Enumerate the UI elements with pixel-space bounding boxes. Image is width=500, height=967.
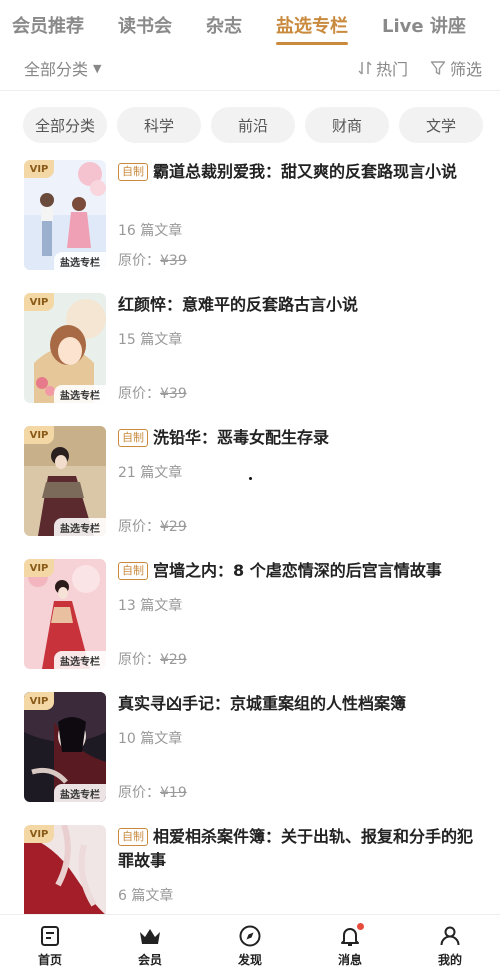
nav-messages[interactable]: 消息 [300, 915, 400, 967]
book-list: VIP 盐选专栏 自制 霸道总裁别爱我：甜又爽的反套路现言小说 16 篇文章 原价… [0, 160, 500, 958]
book-title-text: 洗铅华：恶毒女配生存录 [153, 428, 330, 447]
nav-messages-label: 消息 [337, 953, 362, 967]
sort-icon [358, 61, 372, 75]
nav-discover[interactable]: 发现 [200, 915, 300, 967]
notification-dot [357, 923, 364, 930]
book-title[interactable]: 自制 洗铅华：恶毒女配生存录 [118, 426, 480, 450]
article-count: 10 篇文章 [118, 731, 183, 747]
chip-all[interactable]: 全部分类 [23, 107, 107, 143]
chip-literature[interactable]: 文学 [399, 107, 483, 143]
nav-home-label: 首页 [37, 953, 62, 967]
column-ribbon: 盐选专栏 [54, 651, 106, 669]
original-price: 原价：¥29 [118, 652, 187, 668]
compass-icon [238, 924, 262, 948]
bottom-nav: 首页 会员 发现 消息 我的 [0, 914, 500, 967]
divider [0, 90, 500, 91]
book-title[interactable]: 红颜悴：意难平的反套路古言小说 [118, 293, 480, 317]
original-price: 原价：¥39 [118, 253, 187, 269]
tab-magazine[interactable]: 杂志 [206, 12, 242, 38]
funnel-icon [430, 61, 446, 75]
nav-member-label: 会员 [137, 953, 162, 967]
book-cover[interactable]: VIP 盐选专栏 [24, 293, 106, 403]
book-item[interactable]: VIP 盐选专栏 自制 霸道总裁别爱我：甜又爽的反套路现言小说 16 篇文章 原价… [0, 160, 500, 293]
chip-frontier[interactable]: 前沿 [211, 107, 295, 143]
chip-finance[interactable]: 财商 [305, 107, 389, 143]
column-ribbon: 盐选专栏 [54, 252, 106, 270]
category-dropdown-label: 全部分类 [24, 60, 89, 79]
column-ribbon: 盐选专栏 [54, 784, 106, 802]
nav-profile[interactable]: 我的 [400, 915, 500, 967]
bell-icon [338, 923, 364, 948]
book-title[interactable]: 真实寻凶手记：京城重案组的人性档案簿 [118, 692, 480, 716]
tab-book-club[interactable]: 读书会 [118, 12, 172, 38]
article-count: 6 篇文章 [118, 888, 174, 904]
tab-member-recommend[interactable]: 会员推荐 [12, 12, 84, 38]
book-cover[interactable]: VIP 盐选专栏 [24, 692, 106, 802]
filter-button[interactable]: 筛选 [430, 56, 482, 80]
category-chips: 全部分类 科学 前沿 财商 文学 [23, 107, 500, 145]
self-made-badge: 自制 [118, 163, 148, 181]
book-cover[interactable]: VIP 盐选专栏 [24, 160, 106, 270]
vip-tag: VIP [24, 293, 54, 311]
tab-live-lecture[interactable]: Live 讲座 [382, 12, 466, 38]
book-item[interactable]: VIP 盐选专栏 自制 宫墙之内：8 个虐恋情深的后宫言情故事 13 篇文章 原价… [0, 559, 500, 692]
chip-science[interactable]: 科学 [117, 107, 201, 143]
book-title-text: 相爱相杀案件簿：关于出轨、报复和分手的犯罪故事 [118, 827, 474, 870]
self-made-badge: 自制 [118, 562, 148, 580]
book-title[interactable]: 自制 霸道总裁别爱我：甜又爽的反套路现言小说 [118, 160, 480, 184]
nav-home[interactable]: 首页 [0, 915, 100, 967]
article-count: 15 篇文章 [118, 332, 183, 348]
filter-bar: 全部分类 ▼ 热门 筛选 [0, 52, 500, 84]
vip-tag: VIP [24, 426, 54, 444]
article-count: 21 篇文章 [118, 465, 183, 481]
nav-member[interactable]: 会员 [100, 915, 200, 967]
column-ribbon: 盐选专栏 [54, 385, 106, 403]
filter-label: 筛选 [449, 60, 482, 79]
book-item[interactable]: VIP 盐选专栏 真实寻凶手记：京城重案组的人性档案簿 10 篇文章 原价：¥1… [0, 692, 500, 825]
book-title-text: 真实寻凶手记：京城重案组的人性档案簿 [118, 694, 407, 713]
book-title-text: 红颜悴：意难平的反套路古言小说 [118, 295, 359, 314]
tab-yanxuan-column[interactable]: 盐选专栏 [276, 12, 348, 45]
vip-tag: VIP [24, 160, 54, 178]
vip-tag: VIP [24, 559, 54, 577]
book-title-text: 霸道总裁别爱我：甜又爽的反套路现言小说 [153, 162, 458, 181]
vip-tag: VIP [24, 825, 54, 843]
book-item[interactable]: VIP 盐选专栏 自制 洗铅华：恶毒女配生存录 21 篇文章 原价：¥29 [0, 426, 500, 559]
sort-hot-button[interactable]: 热门 [358, 56, 408, 80]
book-title[interactable]: 自制 宫墙之内：8 个虐恋情深的后宫言情故事 [118, 559, 480, 583]
original-price: 原价：¥39 [118, 386, 187, 402]
sort-label: 热门 [375, 60, 408, 79]
book-title[interactable]: 自制 相爱相杀案件簿：关于出轨、报复和分手的犯罪故事 [118, 825, 480, 873]
original-price: 原价：¥29 [118, 519, 187, 535]
category-dropdown[interactable]: 全部分类 ▼ [24, 56, 101, 80]
book-title-text: 宫墙之内：8 个虐恋情深的后宫言情故事 [153, 561, 442, 580]
home-icon [38, 924, 62, 948]
original-price: 原价：¥19 [118, 785, 187, 801]
top-tab-bar: 会员推荐 读书会 杂志 盐选专栏 Live 讲座 [0, 0, 500, 50]
article-count: 16 篇文章 [118, 223, 183, 239]
crown-icon [138, 924, 162, 948]
column-ribbon: 盐选专栏 [54, 518, 106, 536]
caret-down-icon: ▼ [93, 61, 102, 75]
book-cover[interactable]: VIP 盐选专栏 [24, 426, 106, 536]
nav-profile-label: 我的 [437, 953, 462, 967]
stray-dot [249, 477, 252, 480]
self-made-badge: 自制 [118, 828, 148, 846]
book-item[interactable]: VIP 盐选专栏 红颜悴：意难平的反套路古言小说 15 篇文章 原价：¥39 [0, 293, 500, 426]
article-count: 13 篇文章 [118, 598, 183, 614]
person-icon [438, 924, 462, 948]
vip-tag: VIP [24, 692, 54, 710]
book-cover[interactable]: VIP 盐选专栏 [24, 559, 106, 669]
nav-discover-label: 发现 [237, 953, 262, 967]
self-made-badge: 自制 [118, 429, 148, 447]
